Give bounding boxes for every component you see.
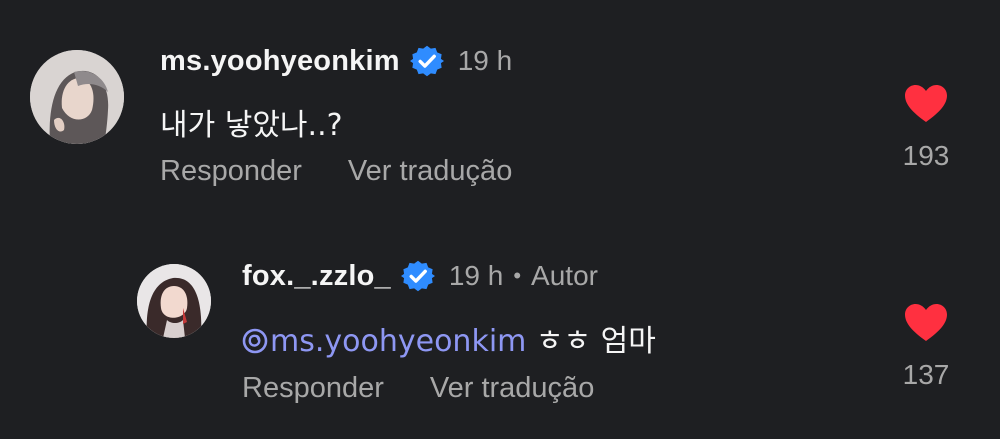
timestamp: 19 h [457,45,513,76]
separator-dot: • [513,263,522,288]
avatar[interactable] [137,264,211,338]
like-count: 193 [902,140,950,171]
username[interactable]: fox._.zzlo_ [242,260,391,293]
like-control: 137 [896,303,956,391]
like-control: 193 [896,84,956,172]
timestamp: 19 h [448,260,504,291]
reply-button[interactable]: Responder [242,372,384,405]
comment-text: ms.yoohyeonkim ㅎㅎ 엄마 [242,316,656,360]
reply-text: ㅎㅎ 엄마 [526,324,656,359]
heart-icon[interactable] [904,303,948,343]
mention-username[interactable]: ms.yoohyeonkim [270,324,526,359]
heart-icon[interactable] [904,84,948,124]
comment-text: 내가 낳았나..? [160,108,343,143]
mention-link[interactable]: ms.yoohyeonkim [242,324,526,359]
like-count: 137 [902,359,950,390]
avatar[interactable] [30,50,124,144]
comment-actions: Responder Ver tradução [160,155,512,188]
comment-header: ms.yoohyeonkim 19 h [160,44,512,78]
comment-actions: Responder Ver tradução [242,372,594,405]
author-label: Autor [531,260,598,291]
see-translation-button[interactable]: Ver tradução [430,372,594,405]
verified-badge-icon [400,259,435,293]
avatar-image [30,50,124,144]
comment-header: fox._.zzlo_ 19 h • Autor [242,259,598,293]
username[interactable]: ms.yoohyeonkim [160,45,400,78]
avatar-image [137,264,211,338]
reply-button[interactable]: Responder [160,155,302,188]
verified-badge-icon [409,44,444,78]
see-translation-button[interactable]: Ver tradução [348,155,512,188]
threads-mention-icon [242,328,268,354]
